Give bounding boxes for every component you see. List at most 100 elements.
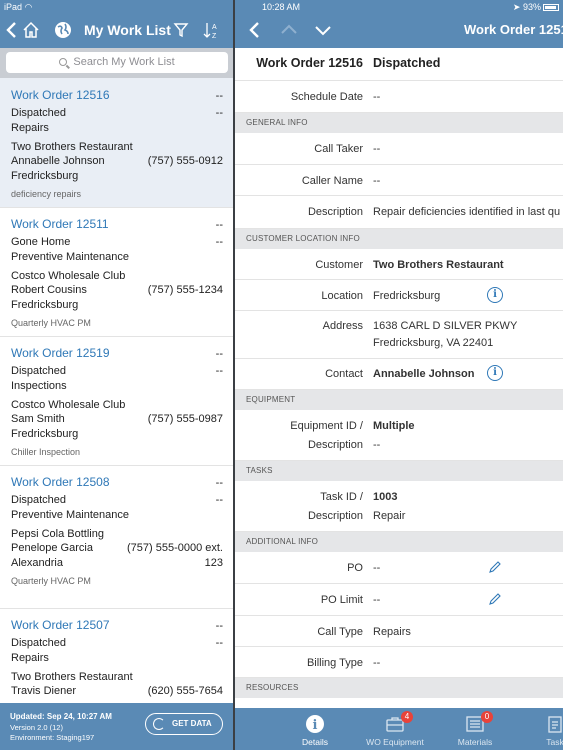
work-order-date: -- bbox=[215, 477, 223, 489]
equipment-description-value: -- bbox=[373, 439, 381, 451]
caller-name-row[interactable]: Caller Name -- bbox=[235, 165, 563, 196]
sync-footer: Updated: Sep 24, 10:27 AM Version 2.0 (1… bbox=[0, 703, 233, 750]
customer-row[interactable]: Customer Two Brothers Restaurant bbox=[235, 249, 563, 280]
work-order-note: deficiency repairs bbox=[11, 189, 82, 199]
schedule-date-row[interactable]: Schedule Date -- bbox=[235, 81, 563, 113]
location-info-icon[interactable]: i bbox=[487, 287, 503, 303]
work-order-status: Dispatched bbox=[11, 494, 67, 506]
work-order-item[interactable]: Work Order 12519 -- Dispatched -- Inspec… bbox=[0, 337, 233, 466]
work-order-time: -- bbox=[215, 365, 223, 377]
work-order-type: Inspections bbox=[11, 380, 67, 392]
contact-label: Contact bbox=[325, 368, 363, 380]
next-chevron-icon[interactable] bbox=[313, 20, 333, 40]
task-id-label: Task ID / bbox=[320, 491, 363, 503]
work-order-customer: Two Brothers Restaurant bbox=[11, 141, 133, 153]
work-order-title: Work Order 12519 bbox=[11, 346, 110, 360]
equipment-id-label: Equipment ID / bbox=[290, 420, 363, 432]
contact-info-icon[interactable]: i bbox=[487, 365, 503, 381]
work-order-contact: Travis Diener bbox=[11, 685, 76, 697]
globe-icon[interactable] bbox=[53, 18, 73, 42]
work-order-status: Dispatched bbox=[11, 637, 67, 649]
tab-details[interactable]: i Details bbox=[293, 708, 337, 750]
customer-label: Customer bbox=[315, 259, 363, 271]
po-limit-row[interactable]: PO Limit -- bbox=[235, 584, 563, 616]
work-order-city: Fredricksburg bbox=[11, 170, 79, 182]
work-order-heading-row: Work Order 12516 Dispatched bbox=[235, 48, 563, 81]
tab-wo-equipment[interactable]: 4 WO Equipment bbox=[363, 708, 427, 750]
work-order-list[interactable]: Work Order 12516 -- Dispatched -- Repair… bbox=[0, 78, 233, 703]
clock: 10:28 AM bbox=[262, 2, 301, 12]
svg-text:i: i bbox=[313, 718, 318, 733]
call-taker-label: Call Taker bbox=[314, 143, 363, 155]
call-type-label: Call Type bbox=[317, 626, 363, 638]
work-order-customer: Costco Wholesale Club bbox=[11, 270, 126, 282]
description-row[interactable]: Description Repair deficiencies identifi… bbox=[235, 196, 563, 229]
edit-po-pencil-icon[interactable] bbox=[489, 561, 501, 573]
work-order-time: -- bbox=[215, 107, 223, 119]
status-bar: iPad ◠ 10:28 AM ➤ 93% bbox=[0, 0, 563, 16]
work-order-phone: (757) 555-0000 ext. bbox=[126, 542, 223, 554]
po-limit-label: PO Limit bbox=[320, 594, 363, 606]
call-taker-row[interactable]: Call Taker -- bbox=[235, 133, 563, 165]
work-order-customer: Costco Wholesale Club bbox=[11, 399, 126, 411]
edit-po-limit-pencil-icon[interactable] bbox=[489, 593, 501, 605]
work-order-phone: (620) 555-7654 bbox=[147, 685, 223, 697]
clipboard-icon bbox=[548, 716, 562, 733]
work-order-city: Fredricksburg bbox=[11, 428, 79, 440]
work-order-type: Repairs bbox=[11, 652, 49, 664]
wifi-icon: ◠ bbox=[24, 2, 33, 12]
equipment-description-label: Description bbox=[307, 439, 363, 451]
tab-task[interactable]: Task bbox=[535, 708, 563, 750]
work-order-heading-status: Dispatched bbox=[373, 56, 441, 70]
po-row[interactable]: PO -- bbox=[235, 552, 563, 584]
get-data-button[interactable]: GET DATA bbox=[145, 713, 223, 735]
work-order-date: -- bbox=[215, 620, 223, 632]
back-chevron-icon[interactable] bbox=[248, 20, 262, 40]
location-row[interactable]: Location Fredricksburg i bbox=[235, 280, 563, 311]
address-row[interactable]: Address 1638 CARL D SILVER PKWY Fredrick… bbox=[235, 311, 563, 359]
task-id-value: 1003 bbox=[373, 491, 398, 503]
last-updated: Updated: Sep 24, 10:27 AM bbox=[10, 712, 112, 721]
contact-value: Annabelle Johnson bbox=[373, 368, 475, 380]
work-order-note: Quarterly HVAC PM bbox=[11, 576, 91, 586]
previous-chevron-icon[interactable] bbox=[279, 20, 299, 40]
back-chevron-icon[interactable] bbox=[5, 18, 17, 42]
work-order-item[interactable]: Work Order 12516 -- Dispatched -- Repair… bbox=[0, 78, 233, 208]
work-order-date: -- bbox=[215, 90, 223, 102]
work-order-phone: (757) 555-1234 bbox=[147, 284, 223, 296]
work-order-item[interactable]: Work Order 12507 -- Dispatched -- Repair… bbox=[0, 609, 233, 703]
billing-type-row[interactable]: Billing Type -- bbox=[235, 647, 563, 678]
wo-equipment-badge: 4 bbox=[401, 711, 413, 723]
work-order-title: Work Order 12508 bbox=[11, 475, 110, 489]
search-icon bbox=[59, 58, 68, 66]
detail-tab-bar: i Details 4 WO Equipment 0 Materials Tas… bbox=[235, 708, 563, 750]
tab-materials[interactable]: 0 Materials bbox=[449, 708, 501, 750]
task-row[interactable]: Task ID / 1003 Description Repair bbox=[235, 481, 563, 532]
section-customer-location-info: CUSTOMER LOCATION INFO bbox=[235, 229, 563, 249]
description-value: Repair deficiencies identified in last q… bbox=[373, 206, 561, 218]
home-icon[interactable] bbox=[21, 18, 41, 42]
work-order-phone-ext: 123 bbox=[204, 557, 223, 569]
location-label: Location bbox=[321, 290, 363, 302]
work-order-item[interactable]: Work Order 12511 -- Gone Home -- Prevent… bbox=[0, 208, 233, 337]
info-icon: i bbox=[306, 715, 324, 733]
schedule-date-value: -- bbox=[373, 91, 381, 103]
work-order-contact: Sam Smith bbox=[11, 413, 65, 425]
contact-row[interactable]: Contact Annabelle Johnson i bbox=[235, 359, 563, 390]
work-order-contact: Penelope Garcia bbox=[11, 542, 93, 554]
work-order-item[interactable]: Work Order 12508 -- Dispatched -- Preven… bbox=[0, 466, 233, 609]
work-order-customer: Two Brothers Restaurant bbox=[11, 671, 133, 683]
equipment-row[interactable]: Equipment ID / Multiple Description -- bbox=[235, 410, 563, 461]
filter-icon[interactable] bbox=[173, 18, 189, 42]
device-label: iPad ◠ bbox=[4, 2, 33, 12]
work-list-title: My Work List bbox=[84, 22, 171, 38]
work-order-contact: Robert Cousins bbox=[11, 284, 87, 296]
search-input[interactable]: Search My Work List bbox=[6, 52, 228, 73]
work-order-city: Fredricksburg bbox=[11, 299, 79, 311]
call-type-value: Repairs bbox=[373, 626, 411, 638]
sort-icon[interactable]: AZ bbox=[203, 18, 221, 42]
section-tasks: TASKS bbox=[235, 461, 563, 481]
call-type-row[interactable]: Call Type Repairs bbox=[235, 616, 563, 647]
svg-text:Z: Z bbox=[212, 33, 217, 40]
battery-icon bbox=[543, 4, 559, 11]
